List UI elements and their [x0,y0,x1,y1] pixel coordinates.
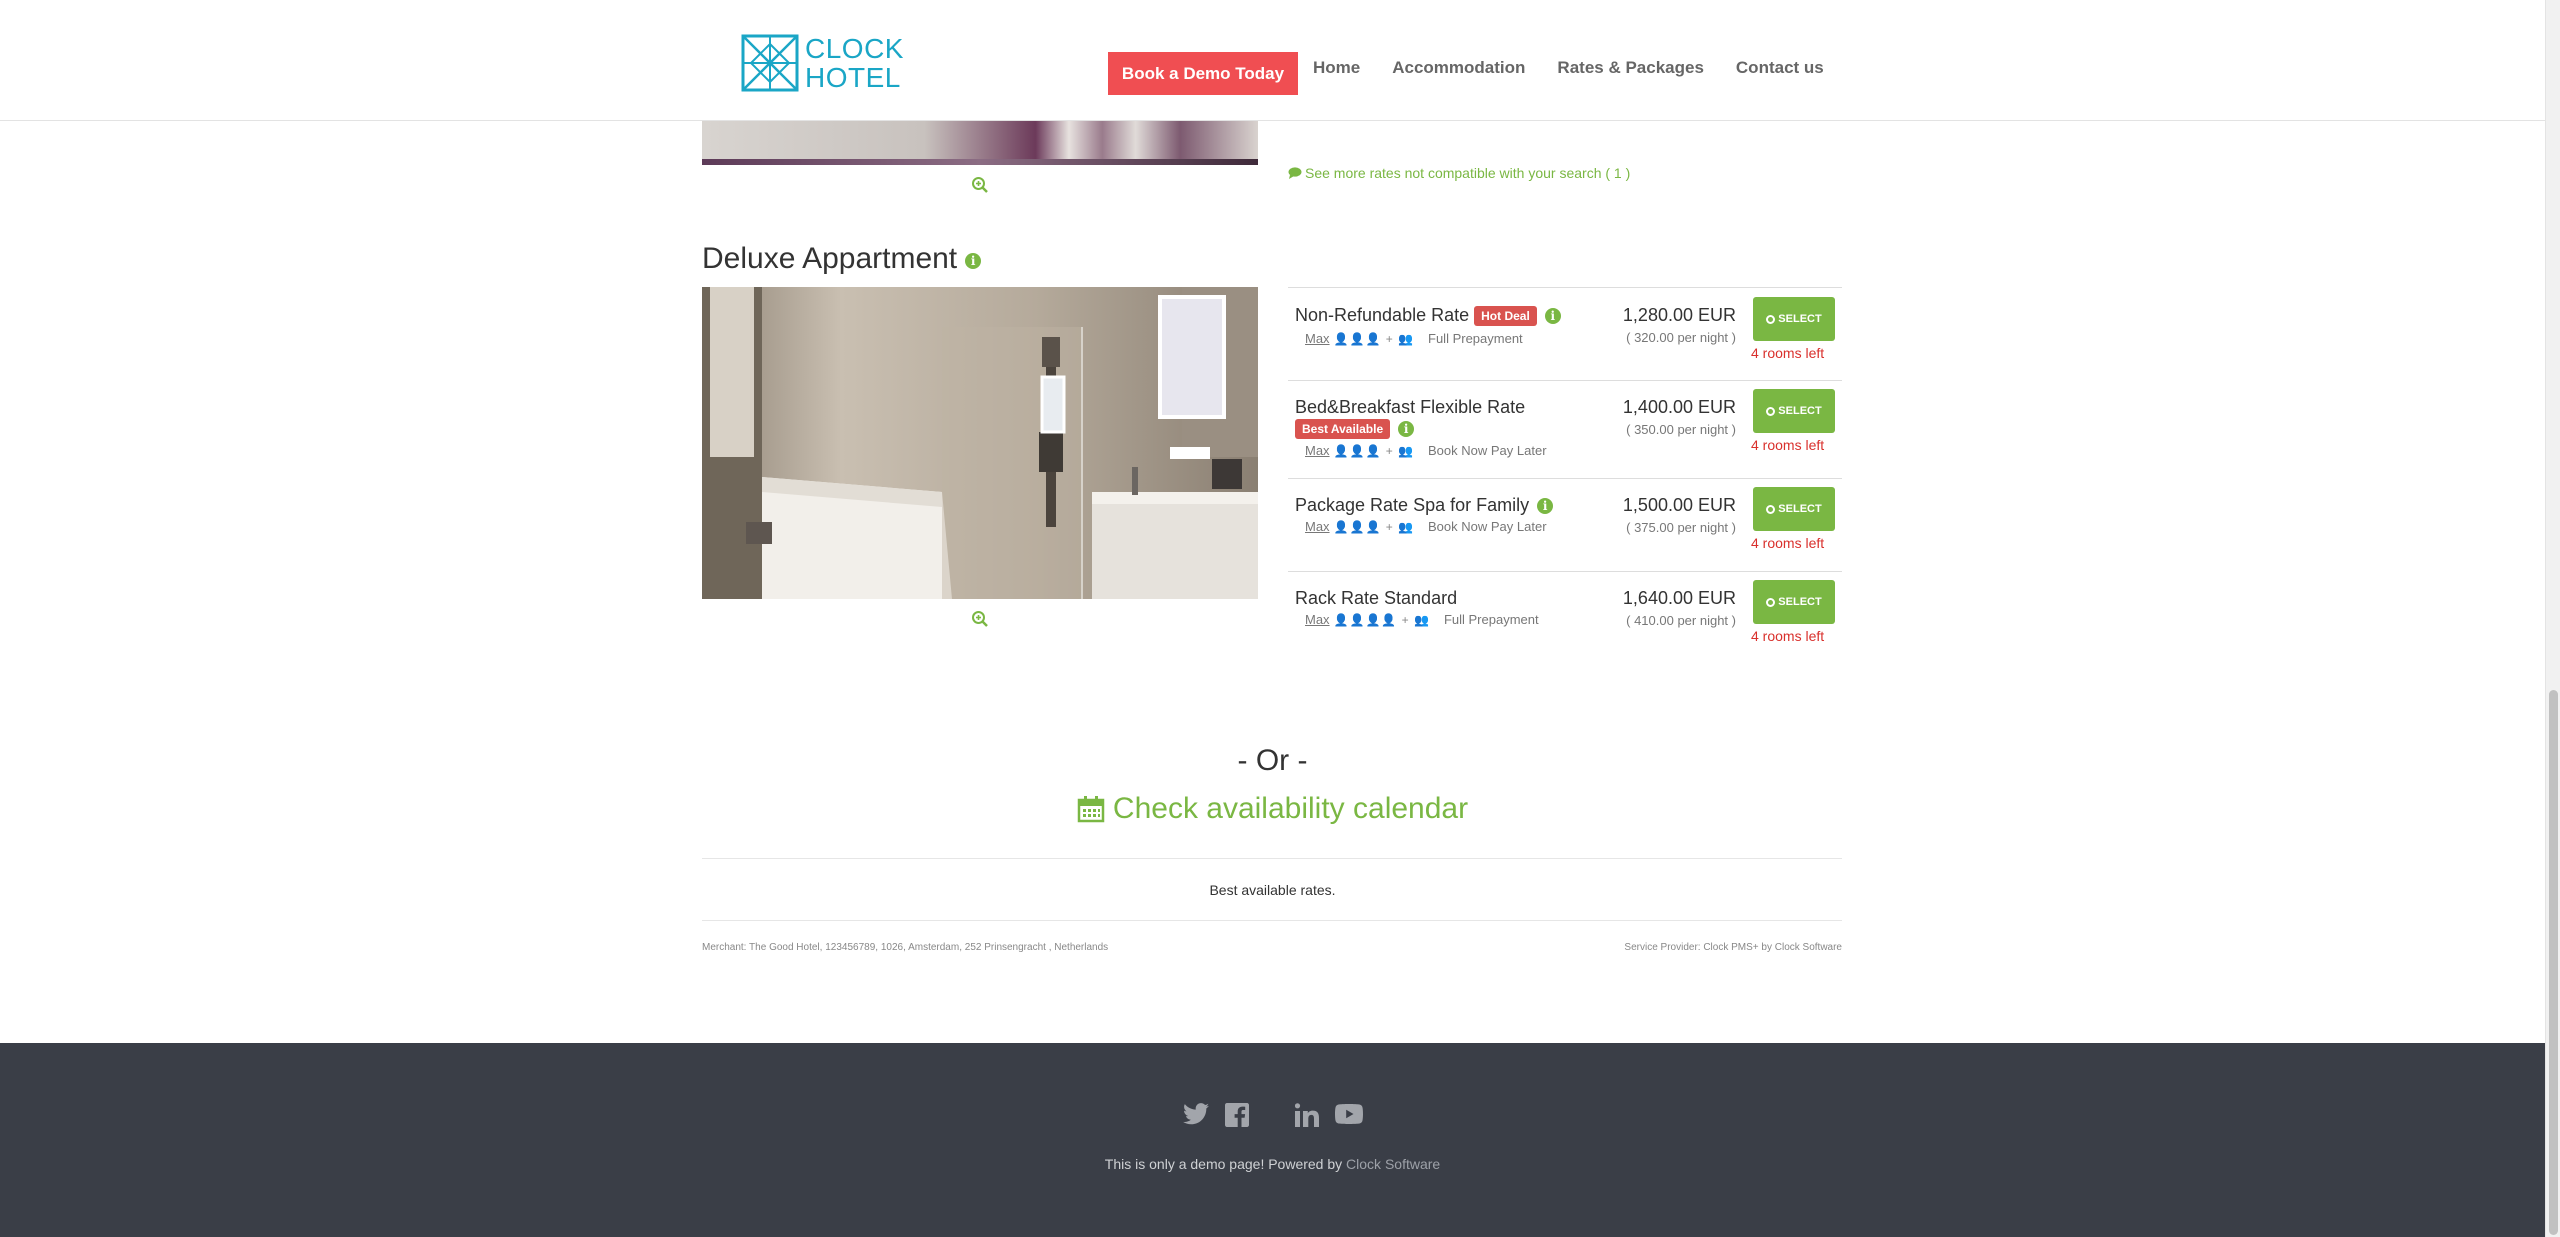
comment-icon [1288,167,1302,179]
book-demo-button[interactable]: Book a Demo Today [1108,52,1298,95]
select-button[interactable]: SELECT [1753,487,1835,531]
nav-contact-us[interactable]: Contact us [1736,58,1824,78]
max-occupancy: Max [1305,519,1330,534]
divider [702,858,1842,859]
merchant-info: Merchant: The Good Hotel, 123456789, 102… [702,942,1109,953]
rates-list: Non-Refundable Rate Hot Deal i Max 👤👤👤 +… [1288,287,1842,652]
youtube-icon[interactable] [1334,1103,1363,1132]
payment-type: Full Prepayment [1428,331,1523,346]
plus-circle-icon [1766,314,1776,324]
select-button[interactable]: SELECT [1753,580,1835,624]
footer-note: This is only a demo page! Powered by [1104,1156,1343,1172]
facebook-icon[interactable] [1224,1103,1249,1132]
clock-hotel-logo[interactable]: CLOCK HOTEL [741,34,904,92]
bathroom-image [702,287,1258,599]
payment-type: Book Now Pay Later [1428,443,1547,458]
rate-name: Rack Rate Standard [1295,588,1458,608]
social-links [0,1103,2545,1132]
logo-line-1: CLOCK [805,33,904,64]
see-more-rates-text: See more rates not compatible with your … [1305,165,1631,181]
check-availability-calendar-link[interactable]: Check availability calendar [0,792,2545,826]
nav-rates-packages[interactable]: Rates & Packages [1557,58,1703,78]
rooms-left: 4 rooms left [1751,345,1825,361]
persons-icon: 👤👤👤 + 👥 [1333,443,1415,458]
rate-row: Rack Rate Standard Max 👤👤👤👤 + 👥 Full Pre… [1288,572,1842,652]
main-nav: Home Accommodation Rates & Packages Cont… [1313,58,1856,78]
calendar-link-text: Check availability calendar [1112,792,1469,825]
service-provider-info: Service Provider: Clock PMS+ by Clock So… [1624,942,1842,953]
rooms-left: 4 rooms left [1751,628,1825,644]
or-divider: - Or - [1237,744,1308,777]
nav-accommodation[interactable]: Accommodation [1392,58,1525,78]
rate-total: 1,280.00 EUR [1622,305,1736,325]
rate-row: Package Rate Spa for Family i Max 👤👤👤 + … [1288,479,1842,572]
hot-deal-badge: Hot Deal [1474,305,1537,326]
plus-circle-icon [1766,597,1776,607]
rate-name: Package Rate Spa for Family [1295,495,1530,515]
max-occupancy: Max [1305,612,1330,627]
room-title: Deluxe Appartment i [702,242,982,276]
rate-per-night: ( 320.00 per night ) [1626,330,1736,345]
select-button[interactable]: SELECT [1753,389,1835,433]
room-title-text: Deluxe Appartment [702,242,958,275]
best-available-badge: Best Available [1295,419,1391,439]
clock-software-link[interactable]: Clock Software [1346,1156,1440,1172]
rate-per-night: ( 350.00 per night ) [1626,422,1736,437]
info-icon[interactable]: i [1398,421,1415,437]
rooms-left: 4 rooms left [1751,535,1825,551]
info-icon[interactable]: i [1544,307,1561,324]
info-icon[interactable]: i [1537,497,1554,514]
info-icon[interactable]: i [965,253,982,269]
best-rates-note: Best available rates. [1209,882,1336,898]
rate-per-night: ( 375.00 per night ) [1626,520,1736,535]
rate-row: Non-Refundable Rate Hot Deal i Max 👤👤👤 +… [1288,288,1842,381]
plus-circle-icon [1766,504,1776,514]
max-occupancy: Max [1305,331,1330,346]
see-more-rates-link[interactable]: See more rates not compatible with your … [1288,165,1630,181]
logo-line-2: HOTEL [805,62,901,93]
zoom-in-icon[interactable] [971,610,989,628]
footer [0,1043,2545,1237]
persons-icon: 👤👤👤 + 👥 [1333,331,1415,346]
select-button[interactable]: SELECT [1753,297,1835,341]
rate-per-night: ( 410.00 per night ) [1626,613,1736,628]
scrollbar-thumb[interactable] [2549,690,2558,1235]
payment-type: Book Now Pay Later [1428,519,1547,534]
twitter-icon[interactable] [1182,1103,1209,1132]
rate-name: Bed&Breakfast Flexible Rate [1295,397,1526,417]
top-navigation-bar: CLOCK HOTEL Book a Demo Today Home Accom… [0,0,2545,121]
persons-icon: 👤👤👤 + 👥 [1333,519,1415,534]
rooms-left: 4 rooms left [1751,437,1825,453]
footer-text: This is only a demo page! Powered by Clo… [0,1156,2545,1172]
nav-home[interactable]: Home [1313,58,1360,78]
vertical-scrollbar[interactable] [2545,0,2560,1237]
logo-mark-icon [741,34,799,92]
rate-name: Non-Refundable Rate [1295,305,1470,325]
persons-icon: 👤👤👤👤 + 👥 [1333,612,1430,627]
previous-room-photo[interactable] [702,121,1258,165]
plus-circle-icon [1766,406,1776,416]
rate-total: 1,400.00 EUR [1622,397,1736,417]
linkedin-icon[interactable] [1294,1103,1319,1132]
rate-total: 1,640.00 EUR [1622,588,1736,608]
zoom-in-icon[interactable] [971,176,989,194]
rate-row: Bed&Breakfast Flexible Rate Best Availab… [1288,381,1842,479]
max-occupancy: Max [1305,443,1330,458]
room-photo[interactable] [702,287,1258,599]
divider [702,920,1842,921]
payment-type: Full Prepayment [1443,612,1539,627]
rate-total: 1,500.00 EUR [1622,495,1736,515]
calendar-icon [1077,796,1105,823]
